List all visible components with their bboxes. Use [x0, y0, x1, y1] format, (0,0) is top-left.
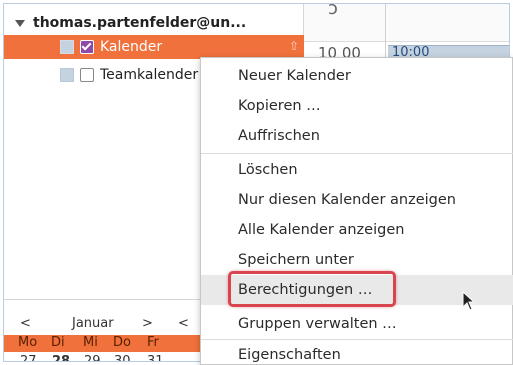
- mouse-pointer-icon: [462, 291, 476, 311]
- day-header-glyph: ɔ: [328, 3, 338, 19]
- calendar-checkbox[interactable]: [80, 40, 94, 54]
- account-row[interactable]: thomas.partenfelder@un...: [4, 12, 304, 34]
- date-cell[interactable]: 31: [147, 354, 164, 361]
- menu-item-properties[interactable]: Eigenschaften: [201, 340, 513, 365]
- prev-month-button[interactable]: <: [20, 316, 31, 331]
- menu-item-show-all[interactable]: Alle Kalender anzeigen: [201, 215, 513, 245]
- calendar-checkbox[interactable]: [80, 68, 94, 82]
- date-cell[interactable]: 27: [20, 354, 37, 361]
- day-header: ɔ: [304, 3, 509, 42]
- menu-separator: [201, 153, 513, 154]
- date-cell[interactable]: 29: [84, 354, 101, 361]
- menu-item-save-as[interactable]: Speichern unter: [201, 245, 513, 275]
- context-menu: Neuer Kalender Kopieren … Auffrischen Lö…: [200, 57, 513, 365]
- account-name: thomas.partenfelder@un...: [33, 15, 247, 31]
- calendar-color-swatch: [60, 40, 74, 54]
- menu-item-delete[interactable]: Löschen: [201, 155, 513, 185]
- weekday-label: Fr: [147, 335, 159, 350]
- weekday-label: Mo: [18, 335, 38, 350]
- weekday-label: Do: [113, 335, 131, 350]
- next-month-button[interactable]: >: [142, 316, 153, 331]
- share-icon: ⇧: [289, 39, 300, 53]
- calendar-color-swatch: [60, 68, 74, 82]
- expand-triangle-icon[interactable]: [15, 19, 25, 27]
- prev-year-button[interactable]: <: [178, 316, 189, 331]
- calendar-label: Kalender: [100, 39, 163, 55]
- checkmark-icon: [81, 40, 92, 51]
- date-cell[interactable]: 28: [52, 354, 70, 361]
- date-cell[interactable]: 30: [114, 354, 131, 361]
- menu-item-show-only-this[interactable]: Nur diesen Kalender anzeigen: [201, 185, 513, 215]
- calendar-item-kalender[interactable]: Kalender ⇧: [4, 35, 304, 59]
- weekday-label: Di: [51, 335, 65, 350]
- weekday-label: Mi: [83, 335, 98, 350]
- menu-item-copy[interactable]: Kopieren …: [201, 91, 513, 121]
- menu-item-new-calendar[interactable]: Neuer Kalender: [201, 61, 513, 91]
- calendar-label: Teamkalender: [100, 67, 199, 83]
- menu-item-refresh[interactable]: Auffrischen: [201, 121, 513, 151]
- month-label: Januar: [72, 316, 114, 331]
- menu-item-manage-groups[interactable]: Gruppen verwalten …: [201, 309, 513, 339]
